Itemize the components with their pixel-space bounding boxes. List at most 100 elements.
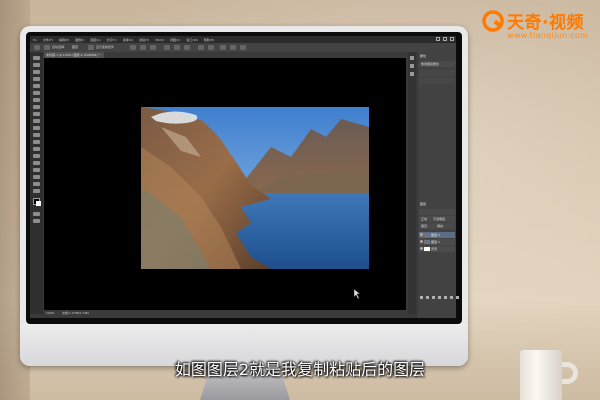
- dodge-tool-icon[interactable]: [33, 147, 40, 151]
- properties-fields[interactable]: [419, 70, 455, 76]
- add-mask-icon[interactable]: [432, 296, 435, 299]
- history-icon[interactable]: [410, 56, 414, 60]
- layers-panel-title[interactable]: 图层: [420, 202, 426, 206]
- zoom-level[interactable]: 100%: [46, 310, 55, 316]
- transform-controls-checkbox[interactable]: [88, 45, 94, 50]
- adjustments-icon[interactable]: [410, 72, 414, 76]
- zoom-tool-icon[interactable]: [33, 189, 40, 193]
- video-caption: 如图图层2就是我复制粘贴后的图层: [174, 360, 426, 379]
- gradient-tool-icon[interactable]: [33, 133, 40, 137]
- visibility-eye-icon[interactable]: [420, 247, 423, 250]
- brand-logo: 天奇·视频: [482, 8, 584, 33]
- menu-item-image[interactable]: 图像(I): [75, 38, 84, 42]
- blend-row: 正常 不透明度:: [419, 216, 455, 222]
- menu-item[interactable]: Ps: [33, 38, 37, 42]
- menu-item-edit[interactable]: 编辑(E): [59, 38, 69, 42]
- move-tool-icon[interactable]: [33, 56, 40, 60]
- brush-tool-icon[interactable]: [33, 105, 40, 109]
- align-middle-icon[interactable]: [174, 45, 180, 50]
- align-center-icon[interactable]: [140, 45, 146, 50]
- menu-item-view[interactable]: 视图(V): [170, 38, 180, 42]
- layer-row-layer-1[interactable]: 图层 1: [419, 239, 455, 245]
- logo-icon: [482, 9, 504, 32]
- menu-item-filter[interactable]: 滤镜(T): [139, 38, 149, 42]
- layer-thumbnail: [424, 247, 430, 251]
- eraser-tool-icon[interactable]: [33, 126, 40, 130]
- close-icon[interactable]: [450, 37, 454, 41]
- 3d-mode-icon[interactable]: [240, 45, 246, 50]
- logo-url: www.tianqijun.com: [507, 31, 589, 40]
- clone-stamp-tool-icon[interactable]: [33, 112, 40, 116]
- tools-panel: [30, 52, 43, 314]
- mouse-cursor-icon: [353, 284, 361, 303]
- move-tool-icon[interactable]: [34, 45, 40, 50]
- path-select-tool-icon[interactable]: [33, 168, 40, 172]
- new-group-icon[interactable]: [444, 296, 447, 299]
- lasso-tool-icon[interactable]: [33, 70, 40, 74]
- align-bottom-icon[interactable]: [184, 45, 190, 50]
- layer-row-layer-2[interactable]: 图层 2: [419, 232, 455, 238]
- screen-mode-icon[interactable]: [33, 219, 40, 223]
- type-tool-icon[interactable]: [33, 161, 40, 165]
- delete-layer-icon[interactable]: [456, 296, 459, 299]
- link-layers-icon[interactable]: [420, 296, 423, 299]
- quick-mask-icon[interactable]: [33, 212, 40, 216]
- menu-item-help[interactable]: 帮助(H): [204, 38, 215, 42]
- align-left-icon[interactable]: [130, 45, 136, 50]
- align-top-icon[interactable]: [164, 45, 170, 50]
- layer-filter-row[interactable]: [419, 209, 455, 215]
- auto-select-target[interactable]: 图层: [72, 45, 78, 49]
- menu-item-3d[interactable]: 3D(D): [155, 38, 164, 42]
- options-bar: 自动选择: 图层 显示变换控件: [30, 43, 456, 52]
- crop-tool-icon[interactable]: [33, 84, 40, 88]
- document-info: 文档:1.37M/2.74M: [62, 311, 89, 315]
- visibility-eye-icon[interactable]: [420, 240, 423, 243]
- maximize-icon[interactable]: [443, 37, 447, 41]
- adjustment-layer-icon[interactable]: [438, 296, 441, 299]
- menu-item-window[interactable]: 窗口(W): [186, 38, 197, 42]
- layer-name: 图层 1: [431, 240, 440, 244]
- menu-item-type[interactable]: 文字(Y): [107, 38, 117, 42]
- align-right-icon[interactable]: [150, 45, 156, 50]
- landscape-photo[interactable]: [141, 107, 369, 269]
- new-layer-icon[interactable]: [450, 296, 453, 299]
- layer-row-background[interactable]: 背景: [419, 246, 455, 252]
- lock-row: 锁定: 填充:: [419, 223, 455, 229]
- pen-tool-icon[interactable]: [33, 154, 40, 158]
- menu-item-file[interactable]: 文件(F): [43, 38, 53, 42]
- right-panels: 属性 像素图层属性 图层 正常 不透明度: 锁定: 填充: 图层 2 图层 1: [418, 52, 459, 318]
- quick-select-tool-icon[interactable]: [33, 77, 40, 81]
- layer-name: 图层 2: [431, 233, 440, 237]
- auto-select-checkbox[interactable]: [44, 45, 50, 50]
- fill-label: 填充:: [437, 224, 445, 228]
- history-brush-tool-icon[interactable]: [33, 119, 40, 123]
- opacity-label: 不透明度:: [433, 217, 447, 221]
- photoshop-window: Ps 文件(F) 编辑(E) 图像(I) 图层(L) 文字(Y) 选择(S) 滤…: [30, 36, 459, 318]
- blend-mode-select[interactable]: 正常: [421, 216, 427, 222]
- distribute-icon[interactable]: [208, 45, 214, 50]
- menu-item-layer[interactable]: 图层(L): [91, 38, 101, 42]
- menu-item-select[interactable]: 选择(S): [123, 38, 133, 42]
- window-controls: [436, 37, 454, 41]
- canvas-area[interactable]: [44, 58, 406, 310]
- background-color-swatch[interactable]: [36, 201, 41, 206]
- layer-name: 背景: [431, 247, 438, 251]
- minimize-icon[interactable]: [436, 37, 440, 41]
- eyedropper-tool-icon[interactable]: [33, 91, 40, 95]
- hand-tool-icon[interactable]: [33, 182, 40, 186]
- properties-fields[interactable]: [419, 78, 455, 84]
- 3d-mode-icon[interactable]: [220, 45, 226, 50]
- menu-bar: Ps 文件(F) 编辑(E) 图像(I) 图层(L) 文字(Y) 选择(S) 滤…: [30, 36, 456, 43]
- visibility-eye-icon[interactable]: [420, 233, 423, 236]
- distribute-icon[interactable]: [198, 45, 204, 50]
- marquee-tool-icon[interactable]: [33, 63, 40, 67]
- properties-panel-title[interactable]: 属性: [420, 54, 426, 58]
- shape-tool-icon[interactable]: [33, 175, 40, 179]
- properties-item: 像素图层属性: [421, 62, 440, 66]
- 3d-mode-icon[interactable]: [230, 45, 236, 50]
- properties-icon[interactable]: [410, 64, 414, 68]
- layer-style-icon[interactable]: [426, 296, 429, 299]
- blur-tool-icon[interactable]: [33, 140, 40, 144]
- properties-row: 像素图层属性: [419, 61, 455, 67]
- healing-brush-tool-icon[interactable]: [33, 98, 40, 102]
